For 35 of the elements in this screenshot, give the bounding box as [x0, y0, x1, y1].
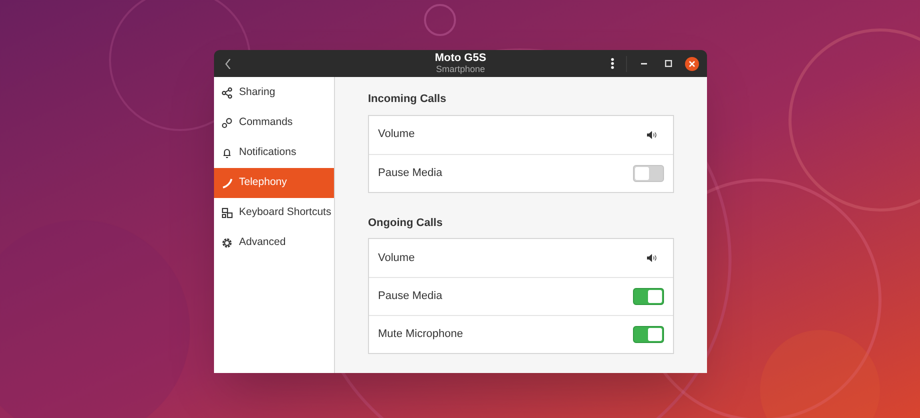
phone-icon	[221, 177, 233, 189]
speaker-icon	[647, 130, 657, 138]
volume-button[interactable]	[646, 128, 658, 140]
bell-icon	[221, 147, 233, 159]
minimize-icon	[641, 62, 647, 64]
section-heading: Ongoing Calls	[368, 216, 444, 230]
sidebar-item[interactable]: Advanced	[214, 228, 334, 258]
setting-label: Volume	[378, 250, 415, 266]
sidebar-item[interactable]: Sharing	[214, 78, 334, 108]
gears-icon	[221, 117, 233, 129]
setting-label: Pause Media	[378, 289, 442, 304]
volume-button[interactable]	[646, 252, 658, 264]
setting-label: Mute Microphone	[378, 327, 463, 342]
back-icon	[225, 58, 231, 68]
sidebar-item[interactable]: Telephony	[214, 168, 334, 198]
window-subtitle: Smartphone	[436, 64, 486, 75]
menu-button[interactable]	[608, 56, 616, 70]
sidebar-item[interactable]: Notifications	[214, 138, 334, 168]
settings-icon	[221, 237, 233, 249]
window-title: Moto G5S	[434, 52, 486, 64]
toggle-switch[interactable]	[633, 326, 664, 343]
setting-label: Pause Media	[378, 166, 442, 181]
close-button[interactable]	[685, 56, 699, 70]
toggle-switch[interactable]	[633, 288, 664, 305]
close-icon	[689, 60, 695, 66]
maximize-icon	[664, 60, 672, 67]
toggle-switch[interactable]	[633, 164, 664, 182]
shortcuts-icon	[221, 207, 233, 219]
speaker-icon	[647, 254, 657, 262]
section-heading: Incoming Calls	[368, 92, 448, 107]
share-icon	[221, 87, 233, 99]
setting-label: Volume	[378, 127, 415, 142]
menu-icon	[610, 58, 614, 69]
sidebar-item[interactable]: Commands	[214, 108, 334, 138]
sidebar-item[interactable]: Keyboard Shortcuts	[214, 198, 334, 228]
